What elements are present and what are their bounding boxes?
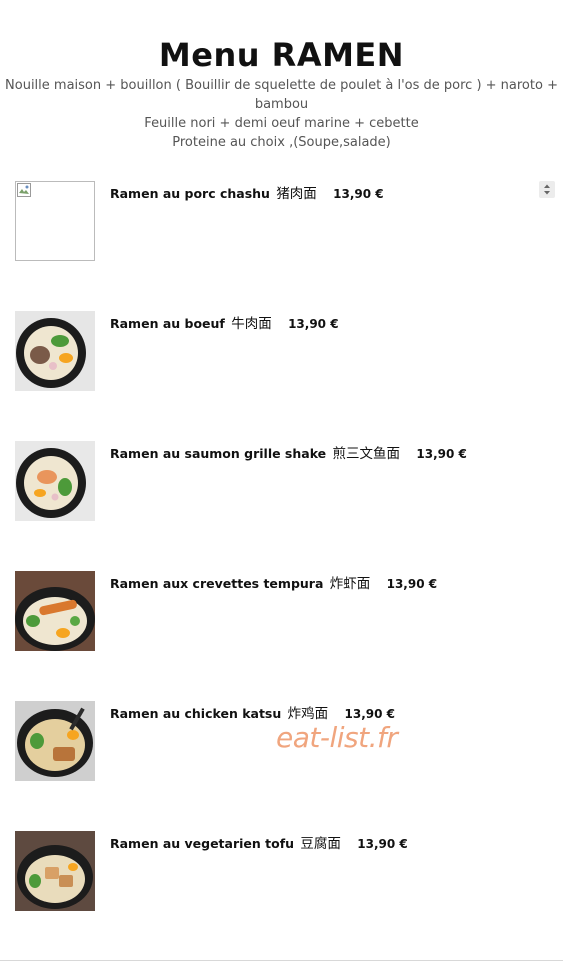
item-image [15, 571, 95, 651]
item-label: Ramen au vegetarien tofu 豆腐面 13,90 € [110, 832, 408, 852]
item-chinese-name: 猪肉面 [276, 186, 317, 202]
menu-title: Menu RAMEN [158, 36, 405, 74]
item-price: 13,90 € [333, 187, 384, 201]
item-price: 13,90 € [288, 317, 339, 331]
item-chinese-name: 煎三文鱼面 [332, 446, 401, 462]
ramen-bowl-beef-image [15, 311, 95, 391]
item-image [15, 701, 95, 781]
watermark: eat-list.fr [276, 721, 398, 754]
item-chinese-name: 炸虾面 [329, 576, 371, 592]
description-line: Feuille nori + demi oeuf marine + cebett… [144, 116, 419, 131]
menu-description: Nouille maison + bouillon ( Bouillir de … [0, 76, 563, 152]
item-image [15, 831, 95, 911]
menu-item[interactable]: Ramen au porc chashu 猪肉面 13,90 € [15, 181, 555, 261]
item-label: Ramen au boeuf 牛肉面 13,90 € [110, 312, 339, 332]
item-name: Ramen au vegetarien tofu [110, 836, 295, 851]
item-image [15, 311, 95, 391]
item-image-broken [15, 181, 95, 261]
item-chinese-name: 炸鸡面 [287, 706, 329, 722]
description-line: Proteine au choix ,(Soupe,salade) [172, 135, 391, 150]
menu-item[interactable]: Ramen au vegetarien tofu 豆腐面 13,90 € [15, 831, 555, 911]
up-down-stepper-icon[interactable] [539, 181, 555, 198]
ramen-bowl-shrimp-image [15, 571, 95, 651]
item-label: Ramen au saumon grille shake 煎三文鱼面 13,90… [110, 442, 467, 462]
ramen-bowl-chicken-image [15, 701, 95, 781]
item-chinese-name: 豆腐面 [300, 836, 341, 852]
ramen-bowl-salmon-image [15, 441, 95, 521]
item-price: 13,90 € [357, 837, 408, 851]
item-name: Ramen aux crevettes tempura [110, 576, 324, 591]
item-name: Ramen au saumon grille shake [110, 446, 327, 461]
item-label: Ramen aux crevettes tempura 炸虾面 13,90 € [110, 572, 437, 592]
item-label: Ramen au porc chashu 猪肉面 13,90 € [110, 182, 384, 202]
item-chinese-name: 牛肉面 [231, 316, 272, 332]
broken-image-icon [17, 183, 31, 197]
menu-item[interactable]: Ramen au boeuf 牛肉面 13,90 € [15, 311, 555, 391]
item-label: Ramen au chicken katsu 炸鸡面 13,90 € [110, 702, 395, 722]
item-image [15, 441, 95, 521]
item-price: 13,90 € [386, 577, 438, 591]
item-price: 13,90 € [344, 707, 395, 721]
divider [0, 960, 563, 961]
item-name: Ramen au boeuf [110, 316, 225, 331]
item-price: 13,90 € [416, 447, 467, 461]
item-name: Ramen au porc chashu [110, 186, 270, 201]
description-line: Nouille maison + bouillon ( Bouillir de … [5, 78, 558, 112]
menu-item[interactable]: Ramen aux crevettes tempura 炸虾面 13,90 € [15, 571, 555, 651]
ramen-bowl-tofu-image [15, 831, 95, 911]
menu-item[interactable]: Ramen au saumon grille shake 煎三文鱼面 13,90… [15, 441, 555, 521]
item-name: Ramen au chicken katsu [110, 706, 282, 721]
